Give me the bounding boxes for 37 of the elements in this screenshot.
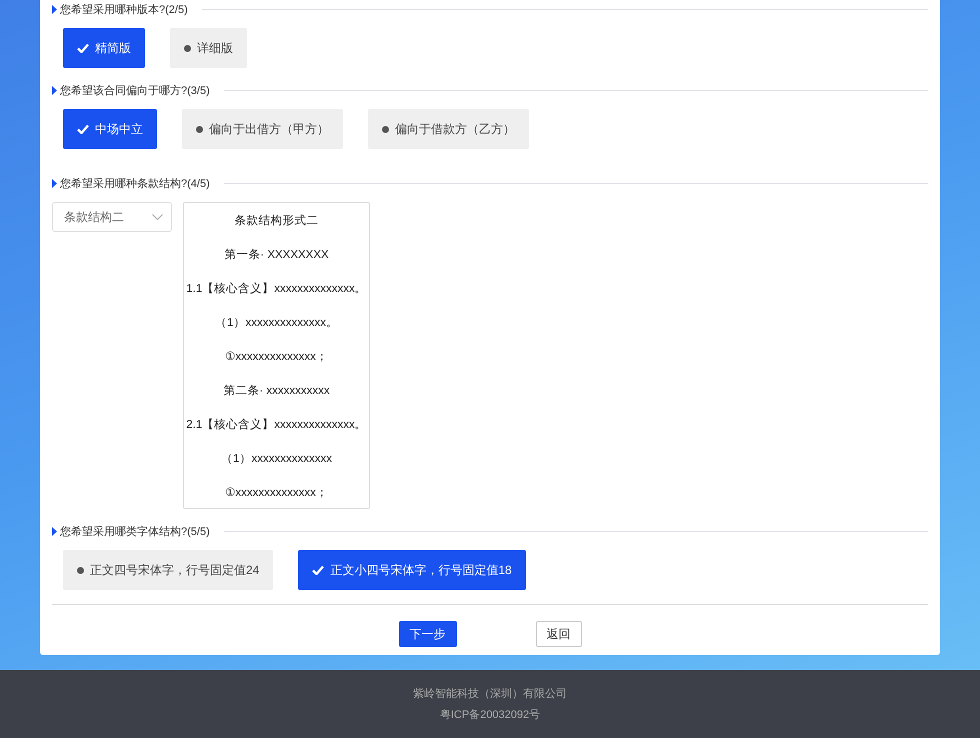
option-button[interactable]: 详细版 [170,28,247,68]
preview-line: （1）xxxxxxxxxxxxxx。 [214,316,339,331]
triangle-icon [52,4,57,14]
preview-line: 条款结构形式二 [234,214,320,229]
company-name: 紫岭智能科技（深圳）有限公司 [413,686,567,701]
dot-icon [382,126,389,132]
option-button[interactable]: 正文四号宋体字，行号固定值24 [63,550,274,590]
preview-line: 2.1【核心含义】xxxxxxxxxxxxxx。 [186,418,367,433]
dot-icon [77,566,84,574]
question-title: 您希望采用哪种版本?(2/5) [60,2,188,16]
option-button[interactable]: 偏向于借款方（乙方） [368,109,529,149]
preview-line: 1.1【核心含义】xxxxxxxxxxxxxx。 [186,282,367,297]
triangle-icon [52,86,57,94]
question-title: 您希望采用哪类字体结构?(5/5) [60,524,210,538]
check-icon [77,43,89,53]
option-button[interactable]: 精简版 [63,28,145,68]
preview-line: 第二条· xxxxxxxxxxx [222,384,331,399]
preview-line: 第一条· XXXXXXXX [223,248,330,263]
triangle-icon [52,178,57,188]
check-icon [77,124,89,134]
dot-icon [184,44,191,52]
option-button[interactable]: 正文小四号宋体字，行号固定值18 [298,550,526,590]
preview-line: （1）xxxxxxxxxxxxxx [220,452,333,467]
question-title: 您希望该合同偏向于哪方?(3/5) [60,84,210,98]
chevron-down-icon [152,214,163,220]
icp-number: 粤ICP备20032092号 [440,708,540,722]
question-title: 您希望采用哪种条款结构?(4/5) [60,176,210,190]
check-icon [312,565,324,575]
option-button[interactable]: 偏向于出借方（甲方） [182,109,343,149]
option-button[interactable]: 中场中立 [63,109,157,149]
back-button[interactable]: 返回 [536,621,582,647]
dot-icon [196,126,203,132]
next-button[interactable]: 下一步 [398,621,456,647]
preview-line: ①xxxxxxxxxxxxxx； [224,486,329,501]
triangle-icon [52,526,57,536]
preview-line: ①xxxxxxxxxxxxxx； [224,350,329,365]
clause-select[interactable]: 条款结构二 [52,202,172,232]
